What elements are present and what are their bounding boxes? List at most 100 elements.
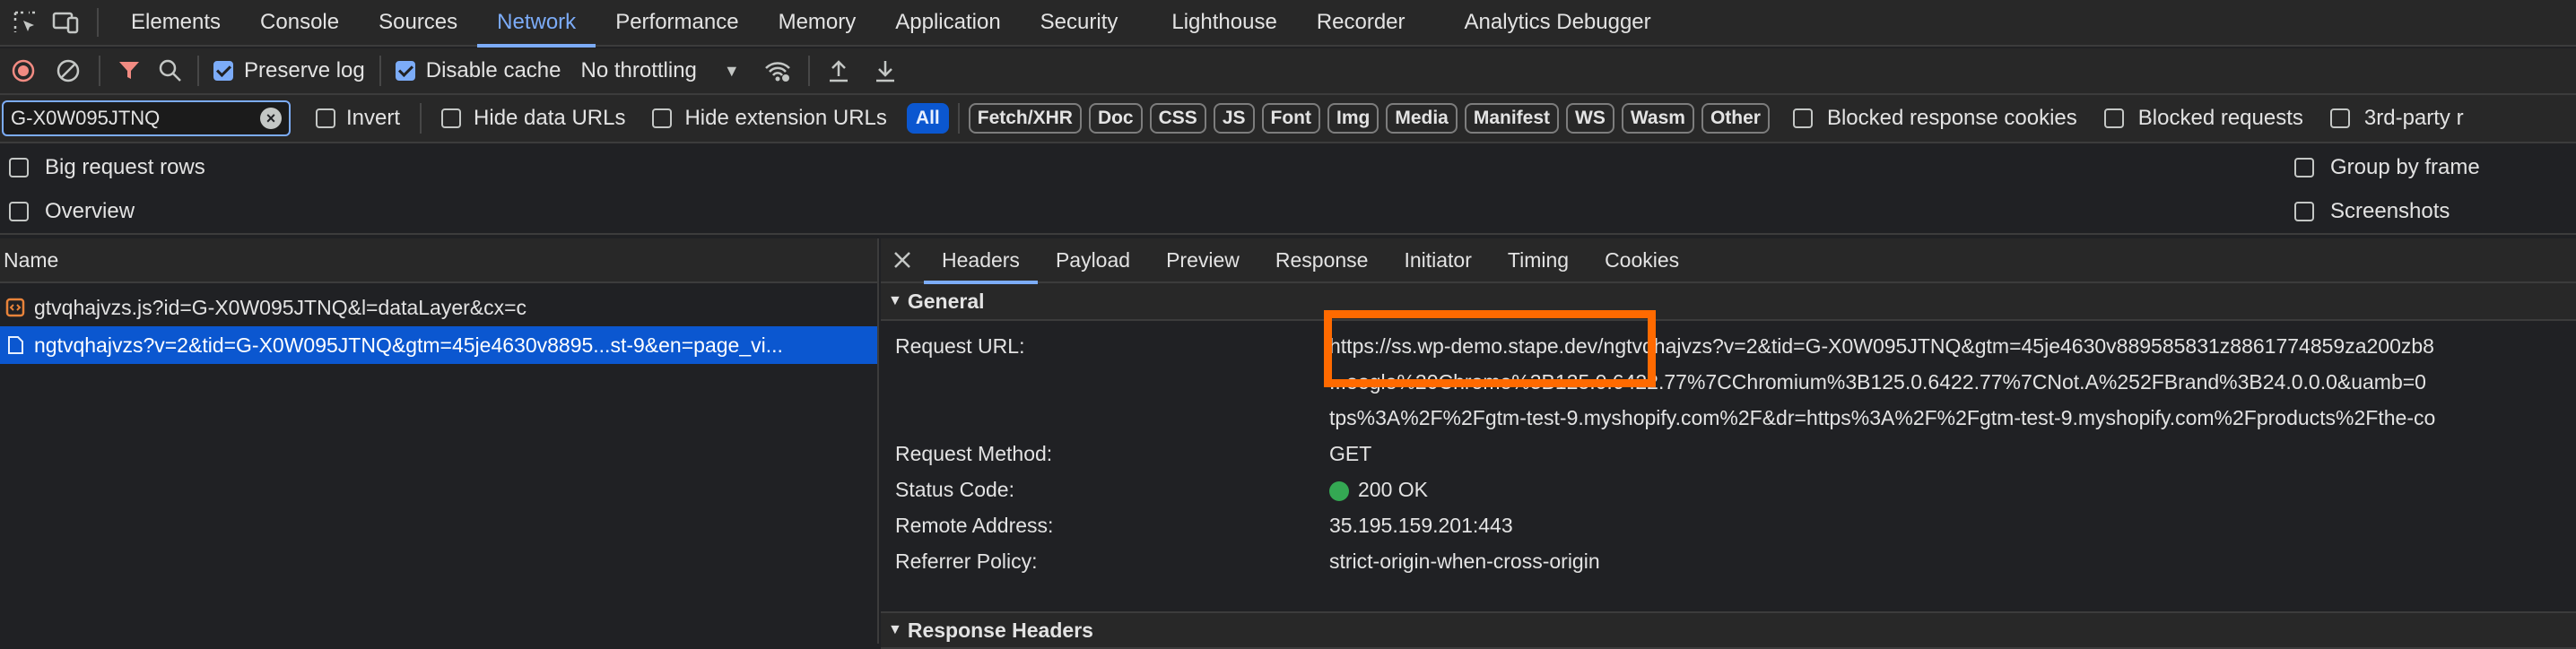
request-url-key: Request URL: (895, 334, 1025, 358)
preserve-log-label: Preserve log (244, 58, 365, 82)
screenshots-check-icon[interactable] (2294, 202, 2314, 221)
big-request-rows-label: Big request rows (45, 155, 205, 179)
device-toolbar-icon[interactable] (47, 0, 84, 46)
request-method-row: Request Method: GET (881, 436, 2576, 472)
general-label: General (907, 289, 985, 313)
tab-lighthouse[interactable]: Lighthouse (1152, 0, 1296, 46)
tab-performance[interactable]: Performance (596, 0, 758, 46)
type-filter-img[interactable]: Img (1327, 103, 1379, 134)
third-party-requests-checkbox[interactable]: 3rd-party r (2329, 106, 2464, 131)
type-filter-ws[interactable]: WS (1566, 103, 1614, 134)
tab-security[interactable]: Security (1021, 0, 1153, 46)
tab-recorder[interactable]: Recorder (1297, 0, 1445, 46)
filter-input[interactable]: G-X0W095JTNQ × (2, 100, 291, 136)
hide-extension-urls-check-icon[interactable] (652, 108, 673, 128)
type-filter-fetch-xhr[interactable]: Fetch/XHR (968, 103, 1082, 134)
upload-icon[interactable] (822, 58, 855, 83)
remote-address-value: 35.195.159.201:443 (1329, 514, 1513, 537)
request-url-path: ngtvqhajvzs?v=2&tid=G-X0W095JTNQ&gtm=45j… (1603, 334, 2434, 358)
tab-response[interactable]: Response (1258, 238, 1387, 282)
tab-cookies[interactable]: Cookies (1587, 238, 1697, 282)
tab-analytics-debugger[interactable]: Analytics Debugger (1445, 0, 1671, 46)
tab-preview[interactable]: Preview (1148, 238, 1258, 282)
type-filter-doc[interactable]: Doc (1088, 103, 1143, 134)
type-filter-css[interactable]: CSS (1149, 103, 1206, 134)
third-party-label: 3rd-party r (2363, 106, 2464, 130)
tab-timing[interactable]: Timing (1490, 238, 1587, 282)
invert-check-icon[interactable] (316, 108, 335, 128)
inspect-element-icon[interactable] (4, 0, 47, 46)
preserve-log-checkbox[interactable]: Preserve log (213, 58, 365, 83)
filter-input-value[interactable]: G-X0W095JTNQ (11, 107, 260, 130)
disable-cache-checkbox[interactable]: Disable cache (395, 58, 561, 83)
tab-payload[interactable]: Payload (1038, 238, 1148, 282)
type-filter-manifest[interactable]: Manifest (1464, 103, 1560, 134)
preserve-log-check-icon[interactable] (213, 61, 233, 81)
type-filter-js[interactable]: JS (1213, 103, 1255, 134)
detail-tabs: Headers Payload Preview Response Initiat… (881, 238, 2576, 284)
search-icon[interactable] (154, 58, 187, 83)
overview-check-icon[interactable] (9, 202, 29, 221)
request-row[interactable]: gtvqhajvzs.js?id=G-X0W095JTNQ&l=dataLaye… (0, 289, 877, 326)
filter-bar: G-X0W095JTNQ × Invert Hide data URLs Hid… (0, 95, 2576, 143)
screenshots-checkbox[interactable]: Screenshots (2294, 199, 2450, 224)
request-url-continuation: tps%3A%2F%2Fgtm-test-9.myshopify.com%2F&… (881, 400, 2576, 436)
request-name: ngtvqhajvzs?v=2&tid=G-X0W095JTNQ&gtm=45j… (34, 333, 783, 357)
blocked-response-cookies-check-icon[interactable] (1792, 108, 1813, 128)
divider (379, 56, 381, 86)
type-filter-other[interactable]: Other (1701, 103, 1770, 134)
download-icon[interactable] (869, 58, 901, 83)
overview-checkbox[interactable]: Overview (9, 199, 135, 224)
general-section-header[interactable]: ▼ General (881, 283, 2576, 321)
type-filter-font[interactable]: Font (1261, 103, 1320, 134)
blocked-response-cookies-checkbox[interactable]: Blocked response cookies (1792, 106, 2077, 131)
request-detail-panel: Headers Payload Preview Response Initiat… (881, 238, 2576, 649)
record-stop-icon[interactable] (7, 58, 39, 83)
hide-data-urls-checkbox[interactable]: Hide data URLs (441, 106, 625, 131)
disable-cache-label: Disable cache (425, 58, 561, 82)
request-url-line-3: tps%3A%2F%2Fgtm-test-9.myshopify.com%2F&… (1329, 406, 2436, 429)
group-by-frame-check-icon[interactable] (2294, 158, 2314, 177)
tab-network[interactable]: Network (477, 0, 596, 48)
network-conditions-icon[interactable] (760, 58, 796, 83)
invert-checkbox[interactable]: Invert (316, 106, 400, 131)
throttling-select[interactable]: No throttling ▼ (580, 58, 739, 83)
divider (807, 56, 810, 86)
third-party-check-icon[interactable] (2329, 108, 2350, 128)
remote-address-key: Remote Address: (895, 514, 1054, 537)
hide-extension-urls-checkbox[interactable]: Hide extension URLs (652, 106, 887, 131)
type-filter-all[interactable]: All (906, 103, 949, 134)
type-filter-media[interactable]: Media (1386, 103, 1458, 134)
group-by-frame-checkbox[interactable]: Group by frame (2294, 155, 2480, 180)
big-request-rows-checkbox[interactable]: Big request rows (9, 155, 205, 180)
request-url-row: Request URL: https://ss.wp-demo.stape.de… (881, 328, 2576, 364)
close-icon[interactable] (881, 238, 924, 282)
script-file-icon (5, 298, 25, 317)
tab-memory[interactable]: Memory (759, 0, 876, 46)
throttling-value: No throttling (580, 58, 697, 82)
hide-data-urls-check-icon[interactable] (441, 108, 462, 128)
clear-icon[interactable] (52, 58, 84, 83)
request-row-selected[interactable]: ngtvqhajvzs?v=2&tid=G-X0W095JTNQ&gtm=45j… (0, 326, 877, 364)
tab-sources[interactable]: Sources (359, 0, 477, 46)
group-by-frame-label: Group by frame (2330, 155, 2480, 179)
status-code-key: Status Code: (895, 478, 1014, 501)
filter-icon[interactable] (115, 59, 144, 82)
status-code-row: Status Code: 200 OK (881, 472, 2576, 507)
tab-console[interactable]: Console (240, 0, 359, 46)
blocked-requests-checkbox[interactable]: Blocked requests (2103, 106, 2303, 131)
tab-headers[interactable]: Headers (924, 238, 1038, 284)
disable-cache-check-icon[interactable] (395, 61, 415, 81)
request-list: Name gtvqhajvzs.js?id=G-X0W095JTNQ&l=dat… (0, 238, 879, 644)
request-method-key: Request Method: (895, 442, 1053, 465)
tab-initiator[interactable]: Initiator (1386, 238, 1489, 282)
tab-application[interactable]: Application (875, 0, 1020, 46)
blocked-requests-check-icon[interactable] (2103, 108, 2124, 128)
options-row-1: Big request rows Group by frame (0, 145, 2576, 190)
tab-elements[interactable]: Elements (111, 0, 240, 46)
type-filter-wasm[interactable]: Wasm (1621, 103, 1694, 134)
big-request-rows-check-icon[interactable] (9, 158, 29, 177)
clear-filter-icon[interactable]: × (260, 108, 282, 129)
divider (420, 103, 422, 134)
name-column-header[interactable]: Name (0, 238, 877, 283)
